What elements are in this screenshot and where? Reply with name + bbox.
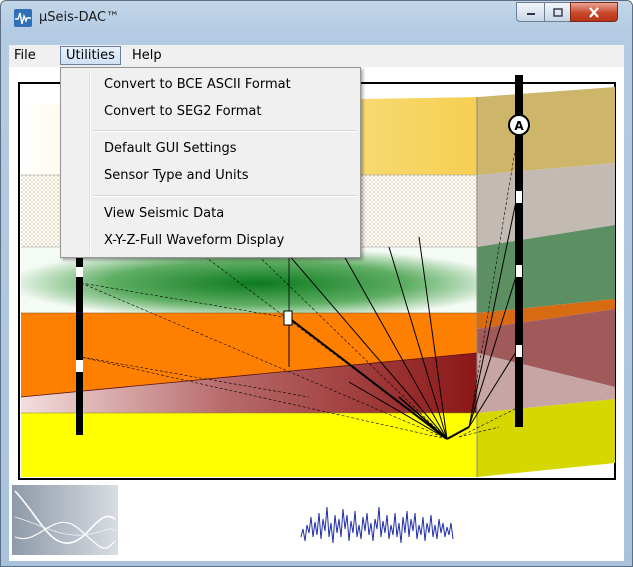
menu-file[interactable]: File xyxy=(9,46,41,65)
maximize-icon xyxy=(552,7,563,17)
close-button[interactable] xyxy=(570,2,618,22)
window-title: μSeis-DAC™ xyxy=(39,10,120,25)
menu-separator xyxy=(93,195,357,197)
menu-icon-gutter xyxy=(89,70,91,255)
utilities-dropdown-menu: Convert to BCE ASCII Format Convert to S… xyxy=(60,67,361,258)
menu-bar: File Utilities Help xyxy=(9,45,624,67)
minimize-icon xyxy=(526,13,535,15)
left-borehole xyxy=(76,247,83,435)
close-icon xyxy=(589,6,599,18)
source-marker: A xyxy=(508,114,530,136)
menu-item-view-seismic-data[interactable]: View Seismic Data xyxy=(63,203,358,225)
menu-item-convert-seg2[interactable]: Convert to SEG2 Format xyxy=(63,101,358,123)
menu-separator xyxy=(93,130,357,132)
title-bar[interactable]: μSeis-DAC™ xyxy=(1,1,632,39)
app-logo-icon xyxy=(14,9,32,27)
waveform-thumbnail xyxy=(12,485,118,555)
menu-help[interactable]: Help xyxy=(127,46,167,65)
maximize-button[interactable] xyxy=(544,2,571,22)
menu-item-xyz-full-waveform[interactable]: X-Y-Z-Full Waveform Display xyxy=(63,230,358,252)
app-window: μSeis-DAC™ File Utilities Help A Convert… xyxy=(0,0,633,567)
source-marker-label: A xyxy=(514,119,524,133)
menu-item-convert-bce-ascii[interactable]: Convert to BCE ASCII Format xyxy=(63,74,358,96)
menu-utilities[interactable]: Utilities xyxy=(60,46,121,65)
menu-item-sensor-type-units[interactable]: Sensor Type and Units xyxy=(63,165,358,187)
minimize-button[interactable] xyxy=(516,2,545,22)
center-receiver xyxy=(283,310,293,326)
side-face-layers xyxy=(476,87,615,477)
menu-item-default-gui-settings[interactable]: Default GUI Settings xyxy=(63,138,358,160)
